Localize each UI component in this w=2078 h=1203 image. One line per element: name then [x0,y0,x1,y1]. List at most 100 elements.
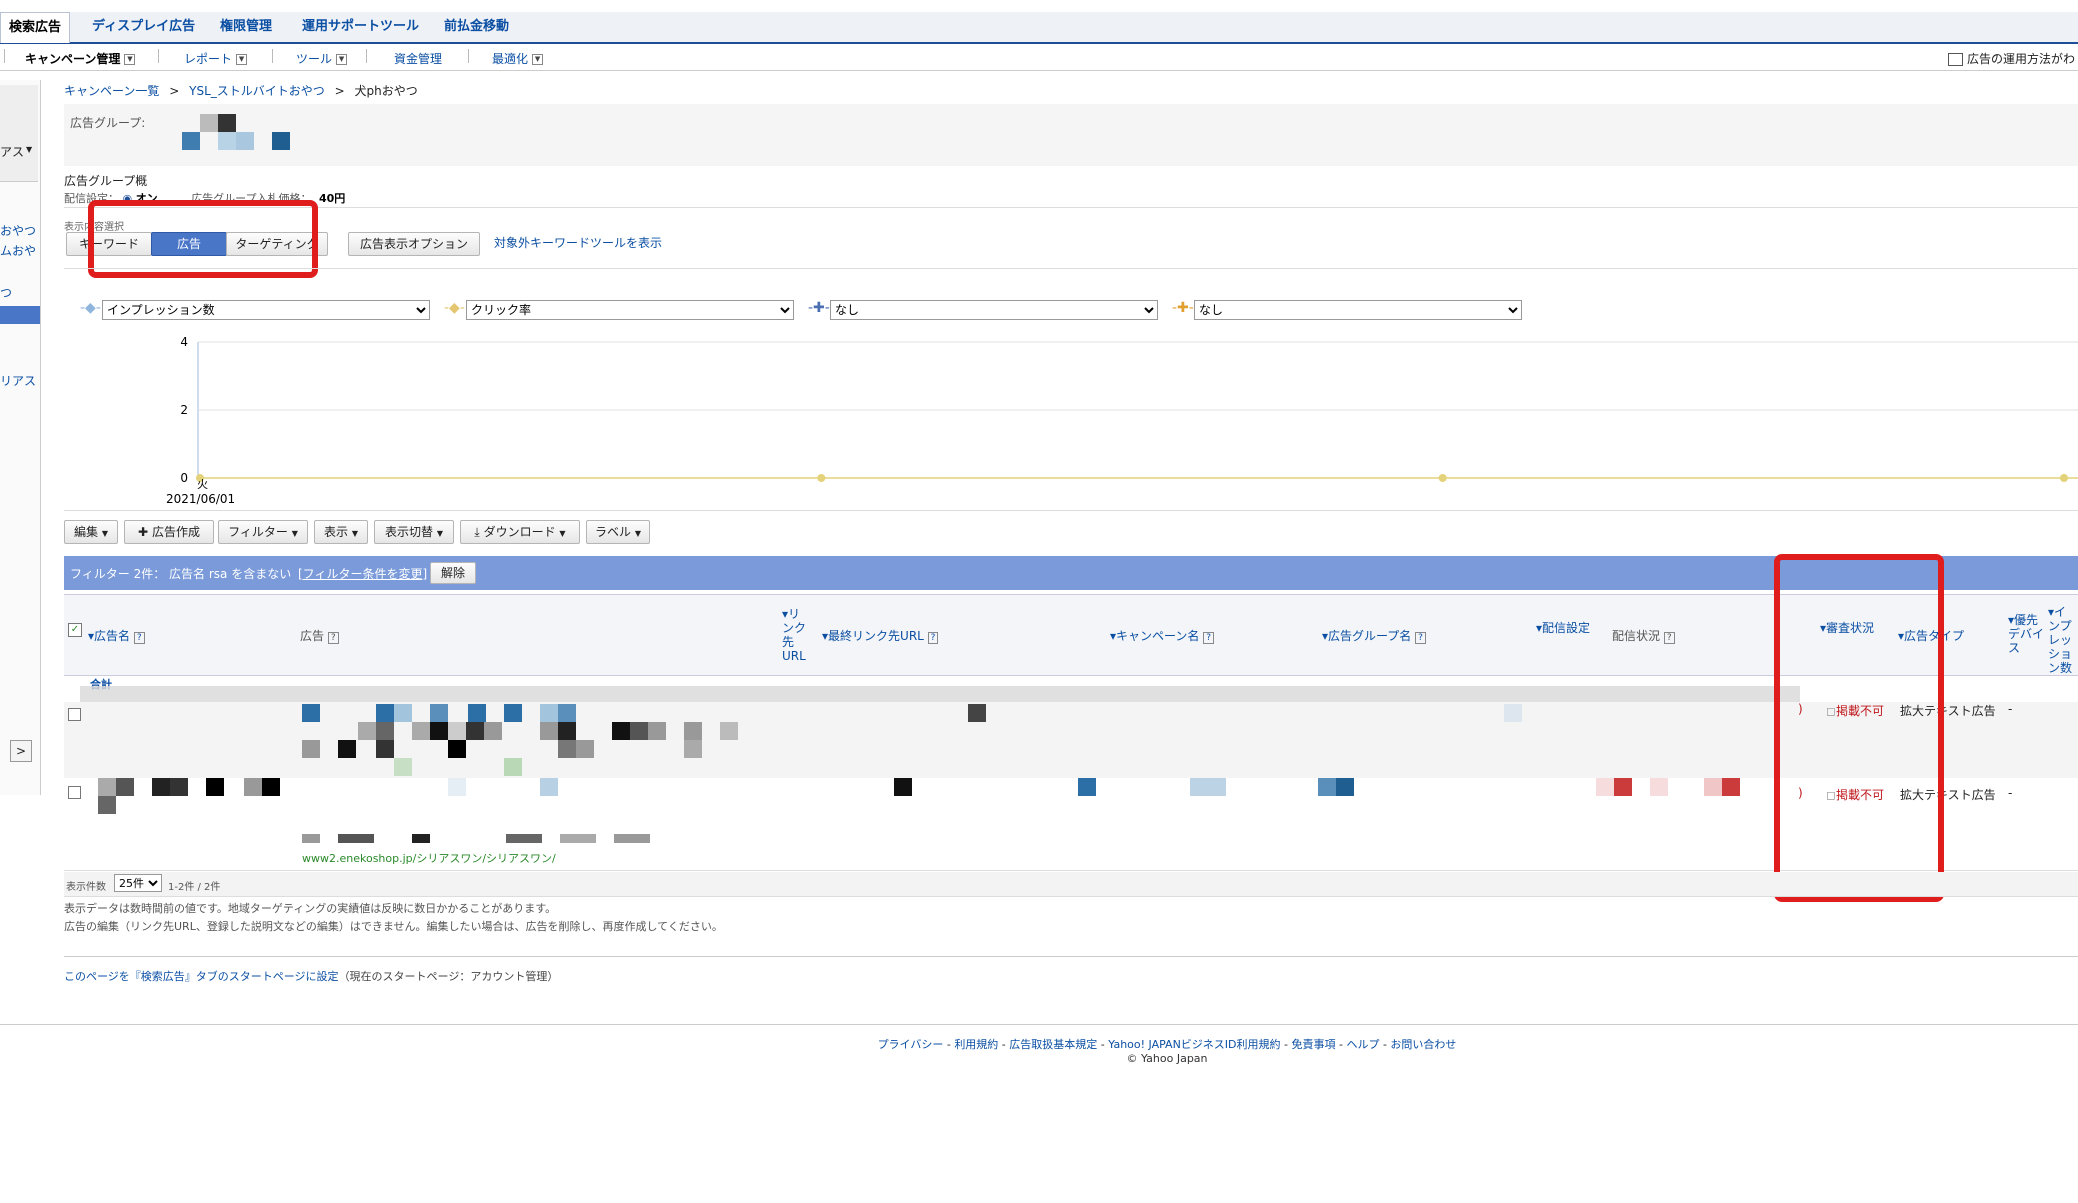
label-button[interactable]: ラベル ▼ [586,520,650,544]
series-legend-icon: -✚- [808,300,830,316]
tab-search-ads[interactable]: 検索広告 [0,12,71,43]
help-icon[interactable]: ? [133,632,145,644]
divider [64,207,2078,208]
funds-menu[interactable]: 資金管理 [394,50,442,67]
help-icon[interactable]: ? [1415,632,1426,644]
tools-menu[interactable]: ツール ▼ [296,50,348,67]
series-legend-icon: -◆- [444,300,465,316]
per-page-select[interactable]: 25件 [114,874,162,892]
col-campaign[interactable]: ▾キャンペーン名 ? [1110,627,1215,644]
col-link-url[interactable]: ▾リンク先URL [782,607,810,663]
chevron-right-icon[interactable]: > [10,740,32,762]
col-final-url[interactable]: ▾最終リンク先URL ? [822,627,939,644]
redacted-pixel [338,834,374,843]
change-filter-link[interactable]: [フィルター条件を変更] [298,565,427,582]
x-tick-label: 2021/06/01 [166,492,235,506]
tab-display-ads[interactable]: ディスプレイ広告 [92,12,195,42]
select-all-checkbox[interactable]: ✓ [68,623,82,637]
col-impressions[interactable]: ▾インプレッション数 [2048,605,2078,675]
col-device[interactable]: ▾優先デバイス [2008,613,2044,655]
create-ad-label: 広告作成 [151,525,200,539]
help-icon[interactable]: ? [927,632,939,644]
tab-permissions[interactable]: 権限管理 [220,12,272,42]
edit-button[interactable]: 編集 ▼ [64,520,118,544]
chevron-down-icon: ▼ [351,529,358,538]
chevron-down-icon: ▼ [634,529,641,538]
footer-link-disclaimer[interactable]: 免責事項 [1291,1038,1335,1051]
sidebar-item[interactable]: つ [0,284,12,301]
metric-select-4[interactable]: なし [1194,300,1522,320]
set-startpage-link[interactable]: このページを『検索広告』タブのスタートページに設定 [64,970,339,983]
redacted-pixel [412,722,430,740]
help-link[interactable]: 広告の運用方法がわ [1948,50,2075,67]
footer-link-contact[interactable]: お問い合わせ [1390,1038,1456,1051]
redacted-pixel [468,704,486,722]
excluded-keyword-tool-link[interactable]: 対象外キーワードツールを表示 [494,234,662,251]
campaign-mgmt-menu[interactable]: キャンペーン管理 ▼ [25,50,136,67]
redacted-pixel [98,778,116,796]
footer-link-bizid-terms[interactable]: Yahoo! JAPANビジネスID利用規約 [1108,1038,1280,1051]
redacted-pixel [448,778,466,796]
account-switcher-label: アス [0,145,25,159]
chevron-down-icon: ▼ [124,54,136,65]
redacted-text-line [300,834,690,843]
breadcrumb-campaign[interactable]: YSL_ストルバイトおやつ [189,84,325,98]
tab-support-tools[interactable]: 運用サポートツール [302,12,419,42]
redacted-pixel [218,114,236,132]
redacted-bar [80,686,1800,702]
footer-divider [0,1024,2078,1025]
help-icon[interactable]: ? [1203,632,1215,644]
display-button[interactable]: 表示 ▼ [314,520,368,544]
breadcrumb-root[interactable]: キャンペーン一覧 [64,84,159,98]
filter-button[interactable]: フィルター ▼ [218,520,308,544]
row-checkbox[interactable] [68,786,81,799]
redacted-pixel [558,740,576,758]
divider [64,510,2078,511]
redacted-pixel [376,722,394,740]
sidebar-item-selected[interactable] [0,306,40,324]
redacted-pixel [272,132,290,150]
redacted-pixel [236,132,254,150]
redacted-pixel [376,704,394,722]
breadcrumb-separator: > [334,84,345,98]
chart-grid [197,341,2078,479]
col-campaign-label: キャンペーン名 [1116,629,1200,643]
switch-label: 表示切替 [385,525,434,539]
metric-select-2[interactable]: クリック率 [466,300,794,320]
clear-filter-button[interactable]: 解除 [430,562,476,584]
help-icon[interactable]: ? [1663,632,1675,644]
redacted-pixel [614,834,650,843]
sidebar-item[interactable]: リアス [0,372,36,389]
chart-point [817,474,826,482]
optimize-menu[interactable]: 最適化 ▼ [492,50,544,67]
help-icon[interactable]: ? [327,632,339,644]
footer-link-terms[interactable]: 利用規約 [954,1038,998,1051]
sidebar-item[interactable]: おやつ [0,222,36,239]
footer-link-privacy[interactable]: プライバシー [878,1038,944,1051]
redacted-pixel [98,796,116,814]
redacted-pixel [558,704,576,722]
report-menu[interactable]: レポート ▼ [184,50,248,67]
edit-label: 編集 [74,525,99,539]
metric-select-3[interactable]: なし [830,300,1158,320]
redacted-pixel [576,740,594,758]
col-ad-name[interactable]: ▾広告名 ? [88,627,145,644]
metric-select-1[interactable]: インプレッション数 [102,300,430,320]
sidebar-item[interactable]: ムおや [0,242,36,259]
device-1: - [2008,702,2013,716]
redacted-pixel [376,740,394,758]
switch-view-button[interactable]: 表示切替 ▼ [374,520,454,544]
footer-link-ad-policy[interactable]: 広告取扱基本規定 [1009,1038,1097,1051]
row-checkbox[interactable] [68,708,81,721]
display-url: www2.enekoshop.jp/シリアスワン/シリアスワン/ [302,852,556,865]
col-impressions-label: インプレッション数 [2048,605,2073,675]
account-switcher[interactable]: アス ▼ [0,85,38,182]
col-adgroup[interactable]: ▾広告グループ名 ? [1322,627,1426,644]
col-delivery[interactable]: ▾配信設定 [1536,619,1590,636]
chevron-down-icon: ▼ [26,145,33,154]
create-ad-button[interactable]: ✚ 広告作成 [124,520,214,544]
download-button[interactable]: ⤓ ダウンロード ▼ [460,520,580,544]
tab-ad-options[interactable]: 広告表示オプション [348,232,480,256]
tab-prepaid-transfer[interactable]: 前払金移動 [444,12,509,42]
footer-link-help[interactable]: ヘルプ [1346,1038,1379,1051]
